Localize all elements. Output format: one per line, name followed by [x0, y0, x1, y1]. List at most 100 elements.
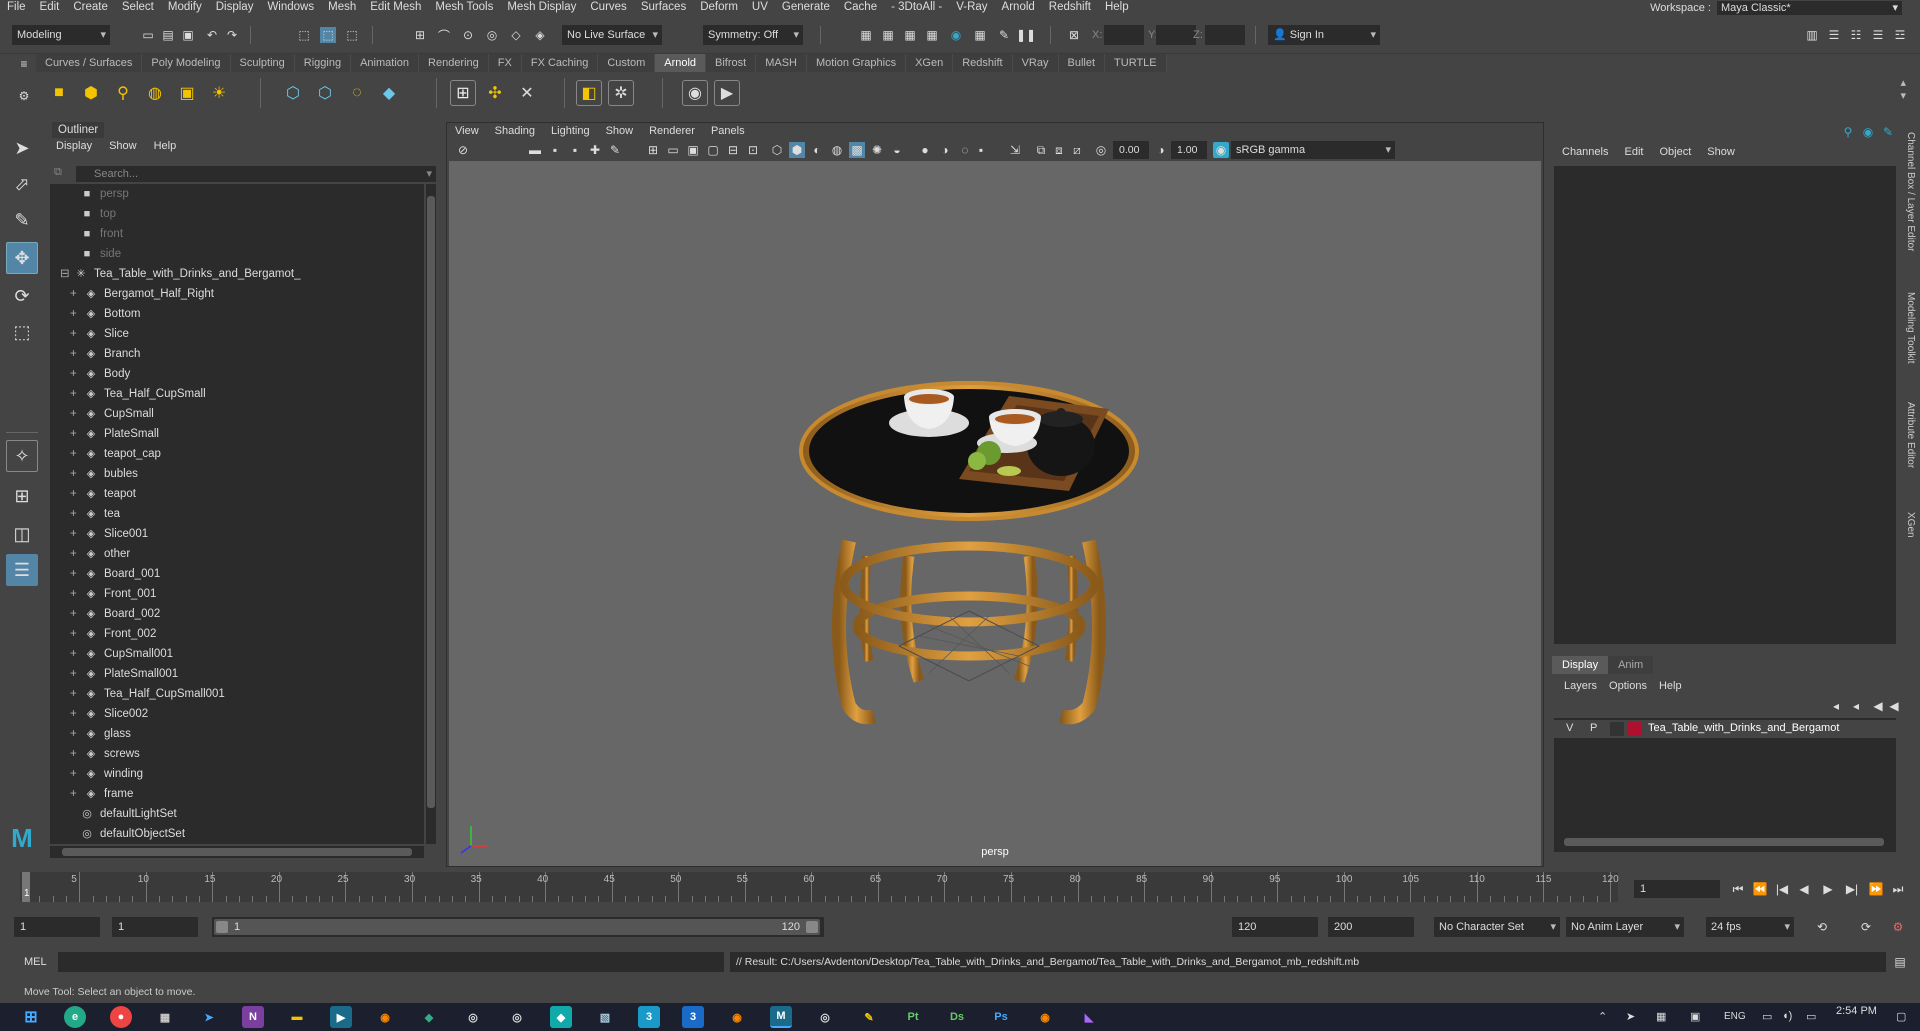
step-forward-key-icon[interactable]: ⏩	[1868, 881, 1884, 897]
layer-row[interactable]: V P Tea_Table_with_Drinks_and_Bergamot	[1554, 720, 1896, 738]
save-scene-icon[interactable]: ▣	[180, 27, 196, 43]
outliner-hscrollbar[interactable]	[50, 846, 424, 858]
channel-box-area[interactable]	[1554, 166, 1896, 644]
expand-icon[interactable]: +	[70, 384, 84, 404]
range-end-handle[interactable]	[806, 921, 818, 933]
bookmark-icon[interactable]: ▪	[547, 142, 563, 158]
select-tool-icon[interactable]: ➤	[6, 132, 38, 164]
attribute-editor-icon[interactable]: ☷	[1848, 27, 1864, 43]
range-start-handle[interactable]	[216, 921, 228, 933]
export-standin-icon[interactable]: ⬡	[312, 80, 338, 106]
viewport-menu-panels[interactable]: Panels	[703, 123, 753, 139]
transform-mode-icon[interactable]: ⊠	[1066, 27, 1082, 43]
shelf-menu-icon[interactable]: ≡	[14, 56, 34, 72]
outliner-item[interactable]: + ◈ Body	[70, 364, 130, 384]
animation-end-field[interactable]: 200	[1328, 917, 1414, 937]
play-backward-icon[interactable]: ◀	[1796, 881, 1812, 897]
channel-menu-show[interactable]: Show	[1707, 146, 1735, 158]
range-slider-bar[interactable]: 1 120	[212, 917, 824, 937]
live-surface-dropdown[interactable]: No Live Surface	[562, 25, 662, 45]
z-field[interactable]	[1205, 25, 1245, 45]
paint-select-tool-icon[interactable]: ✎	[6, 204, 38, 236]
menu-v-ray[interactable]: V-Ray	[949, 0, 994, 15]
go-to-start-icon[interactable]: ⏮	[1730, 881, 1746, 897]
expand-icon[interactable]: +	[70, 424, 84, 444]
outliner-item[interactable]: + ◈ Board_002	[70, 604, 160, 624]
undo-icon[interactable]: ↶	[204, 27, 220, 43]
safe-action-icon[interactable]: ⊡	[745, 142, 761, 158]
outliner-item[interactable]: + ◈ Slice	[70, 324, 129, 344]
wireframe-icon[interactable]: ⬡	[769, 142, 785, 158]
twod-pan-icon[interactable]: ✚	[587, 142, 603, 158]
expand-icon[interactable]: +	[70, 624, 84, 644]
maya-taskbar-icon[interactable]: M	[770, 1006, 792, 1028]
wire-on-shaded-icon[interactable]: ◐	[809, 142, 825, 158]
exposure-icon[interactable]: ◎	[1093, 142, 1109, 158]
outliner-menu-help[interactable]: Help	[154, 140, 177, 152]
outliner-item[interactable]: ■ side	[80, 244, 121, 264]
3dsmax-icon-2[interactable]: 3	[682, 1006, 704, 1028]
photometric-light-icon[interactable]: ⚲	[110, 80, 136, 106]
tab-channel-box[interactable]: Channel Box / Layer Editor	[1905, 132, 1916, 252]
channel-menu-channels[interactable]: Channels	[1562, 146, 1608, 158]
outliner-item[interactable]: + ◈ PlateSmall	[70, 424, 159, 444]
render-settings-icon[interactable]: ▦	[902, 27, 918, 43]
expand-icon[interactable]: +	[70, 464, 84, 484]
shelf-tab-rigging[interactable]: Rigging	[294, 54, 352, 72]
panel-layout-icon[interactable]: ▥	[1804, 27, 1820, 43]
viewport-menu-renderer[interactable]: Renderer	[641, 123, 703, 139]
shelf-tab-curves-surfaces[interactable]: Curves / Surfaces	[36, 54, 143, 72]
rotate-tool-icon[interactable]: ⟳	[6, 280, 38, 312]
snap-view-icon[interactable]: ◎	[484, 27, 500, 43]
app-icon-19[interactable]: ✎	[858, 1006, 880, 1028]
camera-select-icon[interactable]: ⊘	[455, 142, 471, 158]
redo-icon[interactable]: ↷	[224, 27, 240, 43]
outliner-item[interactable]: + ◈ PlateSmall001	[70, 664, 178, 684]
outliner-item[interactable]: + ◈ glass	[70, 724, 131, 744]
expand-icon[interactable]: +	[70, 444, 84, 464]
shelf-tab-arnold[interactable]: Arnold	[655, 54, 707, 72]
expand-icon[interactable]: +	[70, 524, 84, 544]
menu-redshift[interactable]: Redshift	[1042, 0, 1098, 15]
expand-icon[interactable]: +	[70, 484, 84, 504]
grease-pencil-icon[interactable]: ✎	[607, 142, 623, 158]
outliner-item[interactable]: + ◈ frame	[70, 784, 133, 804]
y-field[interactable]	[1156, 25, 1196, 45]
expand-icon[interactable]: +	[70, 744, 84, 764]
layer-color-swatch[interactable]	[1628, 722, 1642, 736]
channel-box-pin-icon[interactable]: ⚲	[1840, 124, 1856, 140]
select-component-icon[interactable]: ⬚	[344, 27, 360, 43]
physical-sky-icon[interactable]: ☀	[206, 80, 232, 106]
rs-ipr-icon[interactable]: ✎	[996, 27, 1012, 43]
layer-tab-anim[interactable]: Anim	[1608, 656, 1654, 674]
tray-telegram-icon[interactable]: ➤	[1626, 1010, 1635, 1023]
arnold-render-icon[interactable]: ◉	[948, 27, 964, 43]
layer-type-toggle[interactable]	[1610, 722, 1624, 736]
move-layer-down-icon[interactable]: ◂	[1848, 698, 1864, 714]
shelf-settings-icon[interactable]: ⚙	[14, 88, 34, 104]
menu-deform[interactable]: Deform	[693, 0, 745, 15]
shelf-tab-rendering[interactable]: Rendering	[419, 54, 489, 72]
layer-name[interactable]: Tea_Table_with_Drinks_and_Bergamot	[1648, 722, 1839, 734]
menu-generate[interactable]: Generate	[775, 0, 837, 15]
render-icon[interactable]: ▦	[858, 27, 874, 43]
menu-mesh-display[interactable]: Mesh Display	[500, 0, 583, 15]
outliner-item[interactable]: + ◈ Front_002	[70, 624, 156, 644]
new-scene-icon[interactable]: ▭	[140, 27, 156, 43]
channel-box-toggle-icon[interactable]: ☰	[1870, 27, 1886, 43]
onenote-icon[interactable]: N	[242, 1006, 264, 1028]
step-back-key-icon[interactable]: ⏪	[1752, 881, 1768, 897]
ambient-occlusion-icon[interactable]: ◒	[889, 142, 905, 158]
loop-icon[interactable]: ⟲	[1814, 919, 1830, 935]
obs-icon-2[interactable]: ◎	[506, 1006, 528, 1028]
outliner-layout-icon[interactable]: ☰	[6, 554, 38, 586]
expand-icon[interactable]: +	[70, 784, 84, 804]
playback-start-field[interactable]: 1	[112, 917, 198, 937]
expand-icon[interactable]: +	[70, 544, 84, 564]
blender-icon-2[interactable]: ◉	[726, 1006, 748, 1028]
blender-icon-3[interactable]: ◉	[1034, 1006, 1056, 1028]
shelf-tab-poly-modeling[interactable]: Poly Modeling	[142, 54, 231, 72]
chrome-icon[interactable]: ●	[110, 1006, 132, 1028]
outliner-item[interactable]: + ◈ teapot	[70, 484, 136, 504]
tab-modeling-toolkit[interactable]: Modeling Toolkit	[1905, 292, 1916, 364]
